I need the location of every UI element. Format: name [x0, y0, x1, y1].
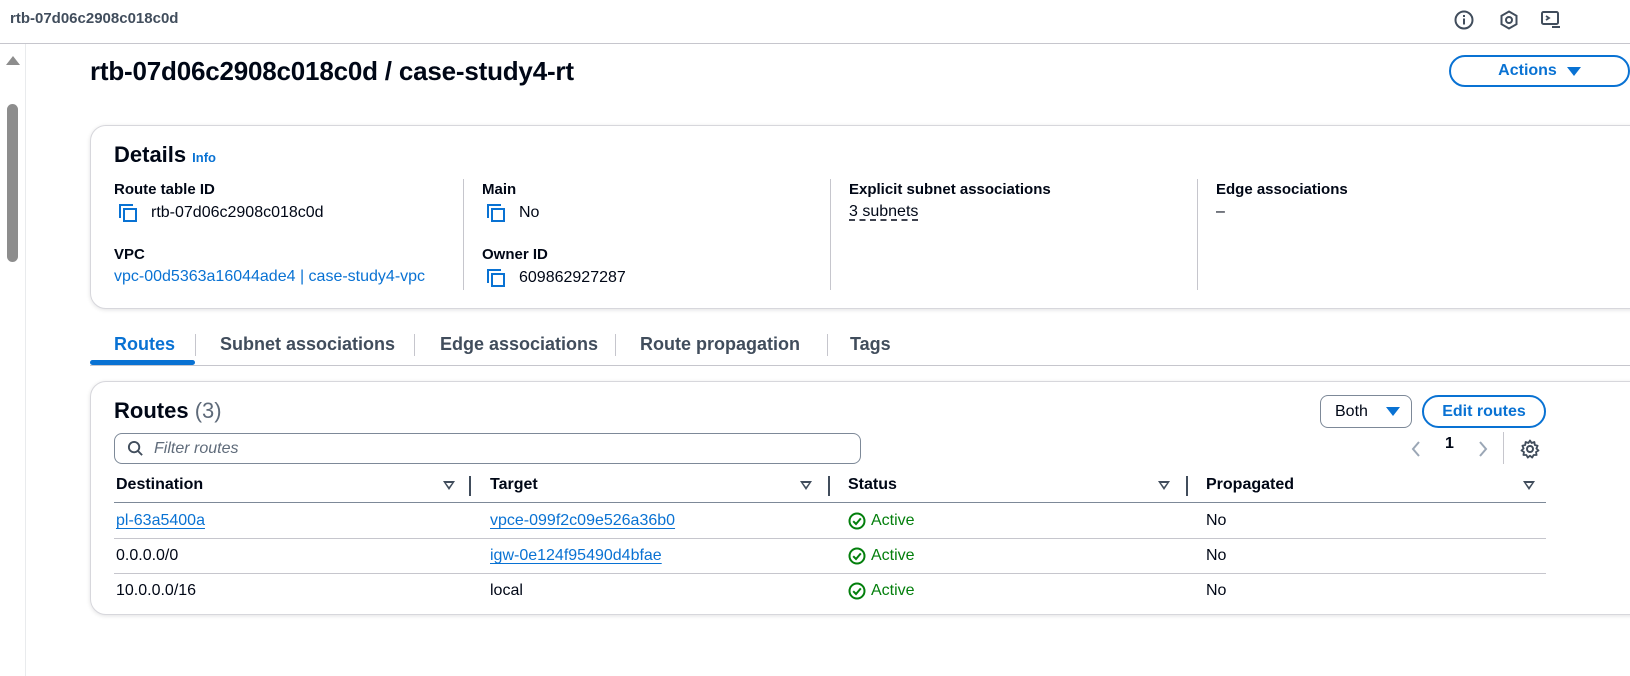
- main-content: rtb-07d06c2908c018c0d / case-study4-rt A…: [26, 44, 1630, 676]
- active-tab-indicator: [90, 360, 195, 365]
- sort-icon[interactable]: [800, 481, 812, 490]
- explicit-subnet-label: Explicit subnet associations: [849, 181, 1051, 198]
- vpc-label: VPC: [114, 246, 145, 263]
- display-icon[interactable]: [1540, 9, 1562, 31]
- details-info-link[interactable]: Info: [192, 150, 216, 165]
- route-status: Active: [848, 512, 915, 530]
- column-divider: [830, 179, 831, 290]
- scrollbar-thumb[interactable]: [7, 104, 18, 262]
- route-propagated: No: [1206, 582, 1227, 599]
- route-propagated: No: [1206, 547, 1227, 564]
- top-bar: rtb-07d06c2908c018c0d: [0, 0, 1630, 44]
- main-label: Main: [482, 181, 517, 198]
- filter-routes-field[interactable]: [114, 433, 861, 464]
- column-header-destination[interactable]: Destination: [116, 476, 203, 494]
- copy-icon[interactable]: [485, 267, 507, 289]
- chevron-left-icon[interactable]: [1410, 440, 1422, 458]
- route-status-text: Active: [871, 547, 915, 564]
- page-number[interactable]: 1: [1445, 435, 1454, 453]
- column-header-target[interactable]: Target: [490, 476, 538, 494]
- column-resizer[interactable]: [469, 476, 471, 496]
- tabs-baseline: [90, 365, 1630, 366]
- header-divider: [114, 502, 1546, 503]
- routes-title-text: Routes: [114, 398, 189, 423]
- actions-button[interactable]: Actions: [1449, 55, 1630, 87]
- route-status: Active: [848, 547, 915, 565]
- chevron-right-icon[interactable]: [1477, 440, 1489, 458]
- routes-filter-select[interactable]: Both: [1320, 395, 1412, 428]
- tab-edge-associations[interactable]: Edge associations: [440, 334, 598, 355]
- sort-icon[interactable]: [1158, 481, 1170, 490]
- sort-icon[interactable]: [443, 481, 455, 490]
- column-header-propagated[interactable]: Propagated: [1206, 476, 1294, 494]
- tab-route-propagation[interactable]: Route propagation: [640, 334, 800, 355]
- status-success-icon: [848, 582, 866, 600]
- owner-id-text: 609862927287: [519, 269, 626, 286]
- owner-id-value: 609862927287: [485, 267, 626, 289]
- routes-title: Routes (3): [114, 398, 222, 424]
- row-divider: [114, 538, 1546, 539]
- main-value: No: [485, 202, 539, 224]
- route-destination-link[interactable]: pl-63a5400a: [116, 512, 205, 530]
- tab-separator: [414, 334, 415, 356]
- routes-filter-select-value: Both: [1335, 402, 1368, 420]
- edit-routes-button[interactable]: Edit routes: [1422, 395, 1546, 428]
- tab-separator: [195, 334, 196, 356]
- copy-icon[interactable]: [117, 202, 139, 224]
- search-icon: [127, 440, 143, 456]
- actions-button-label: Actions: [1498, 62, 1557, 79]
- route-status-text: Active: [871, 582, 915, 599]
- gear-icon[interactable]: [1519, 438, 1541, 460]
- tab-routes[interactable]: Routes: [114, 334, 175, 355]
- route-target-link[interactable]: igw-0e124f95490d4bfae: [490, 547, 662, 565]
- details-title-text: Details: [114, 142, 187, 167]
- column-divider: [463, 179, 464, 290]
- owner-id-label: Owner ID: [482, 246, 548, 263]
- copy-icon[interactable]: [485, 202, 507, 224]
- details-title: Details Info: [114, 142, 216, 168]
- explicit-subnet-value[interactable]: 3 subnets: [849, 203, 918, 221]
- main-value-text: No: [519, 204, 540, 221]
- vpc-link[interactable]: vpc-00d5363a16044ade4 | case-study4-vpc: [114, 268, 425, 286]
- route-destination: 0.0.0.0/0: [116, 547, 179, 564]
- caret-down-icon: [1385, 407, 1400, 416]
- edit-routes-button-label: Edit routes: [1442, 402, 1526, 420]
- route-table-id-text: rtb-07d06c2908c018c0d: [151, 204, 324, 221]
- filter-routes-input[interactable]: [154, 439, 814, 458]
- edge-associations-label: Edge associations: [1216, 181, 1348, 198]
- route-status-text: Active: [871, 512, 915, 529]
- column-resizer[interactable]: [1186, 476, 1188, 496]
- route-destination: 10.0.0.0/16: [116, 582, 197, 599]
- column-resizer[interactable]: [828, 476, 830, 496]
- scroll-up-arrow-icon[interactable]: [6, 56, 20, 65]
- row-divider: [114, 573, 1546, 574]
- tab-subnet-associations[interactable]: Subnet associations: [220, 334, 395, 355]
- page-title: rtb-07d06c2908c018c0d / case-study4-rt: [90, 56, 574, 86]
- route-target: local: [490, 582, 523, 599]
- status-success-icon: [848, 512, 866, 530]
- route-status: Active: [848, 582, 915, 600]
- column-header-status[interactable]: Status: [848, 476, 897, 494]
- status-success-icon: [848, 547, 866, 565]
- tab-separator: [827, 334, 828, 356]
- left-rail: [0, 44, 26, 676]
- column-divider: [1197, 179, 1198, 290]
- edge-associations-value: –: [1216, 203, 1225, 220]
- window-title: rtb-07d06c2908c018c0d: [10, 10, 179, 27]
- settings-hex-icon[interactable]: [1498, 9, 1520, 31]
- sort-icon[interactable]: [1523, 481, 1535, 490]
- routes-count: (3): [194, 398, 222, 423]
- route-propagated: No: [1206, 512, 1227, 529]
- pager-divider: [1503, 432, 1504, 464]
- route-target-link[interactable]: vpce-099f2c09e526a36b0: [490, 512, 675, 530]
- tab-separator: [615, 334, 616, 356]
- caret-down-icon: [1566, 66, 1581, 76]
- route-table-id-value: rtb-07d06c2908c018c0d: [117, 202, 324, 224]
- tab-tags[interactable]: Tags: [850, 334, 891, 355]
- route-table-id-label: Route table ID: [114, 181, 215, 198]
- info-icon[interactable]: [1453, 9, 1475, 31]
